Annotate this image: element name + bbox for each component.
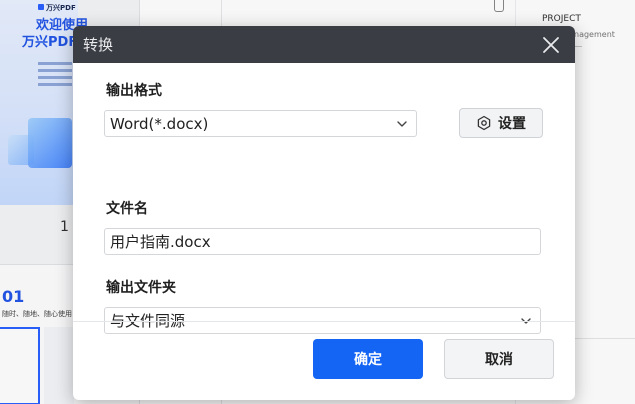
output-format-select[interactable]: Word(*.docx) <box>104 110 417 137</box>
chevron-down-icon <box>397 121 407 127</box>
dialog-titlebar: 转换 <box>73 26 575 63</box>
file-name-input[interactable]: 用户指南.docx <box>104 228 541 255</box>
settings-label: 设置 <box>498 116 526 132</box>
file-name-label: 文件名 <box>106 201 148 217</box>
settings-hexagon-icon <box>477 115 491 131</box>
output-folder-label: 输出文件夹 <box>106 280 176 296</box>
cancel-button[interactable]: 取消 <box>444 339 554 379</box>
ok-button[interactable]: 确定 <box>313 339 423 379</box>
close-icon <box>543 36 559 53</box>
dialog-footer: 确定 取消 <box>73 321 575 400</box>
output-format-value: Word(*.docx) <box>110 114 209 133</box>
dialog-body: 输出格式 Word(*.docx) 设置 文件名 用户指南.docx 输出文件夹… <box>73 63 575 334</box>
output-format-label: 输出格式 <box>106 83 162 99</box>
dialog-title: 转换 <box>83 36 114 54</box>
close-button[interactable] <box>541 35 561 55</box>
settings-button[interactable]: 设置 <box>459 108 543 138</box>
convert-dialog: 转换 输出格式 Word(*.docx) 设置 文件名 用户指南.docx 输出… <box>73 26 575 400</box>
